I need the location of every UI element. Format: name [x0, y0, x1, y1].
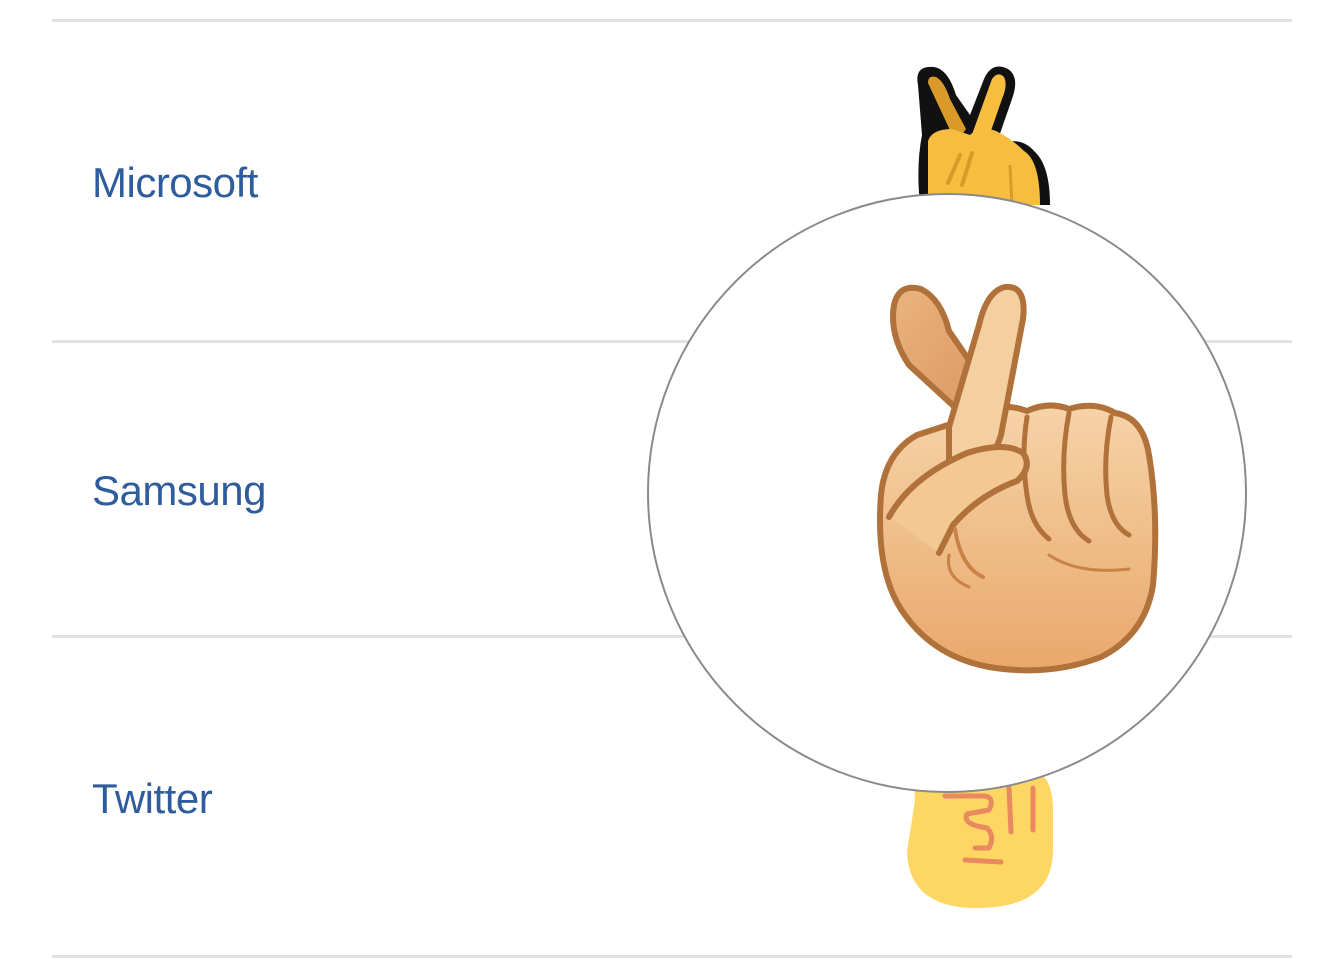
emoji-magnifier	[647, 193, 1247, 793]
emoji-comparison-table: Microsoft Samsung Twitter	[0, 0, 1344, 974]
vendor-link-microsoft[interactable]: Microsoft	[92, 162, 258, 204]
vendor-link-twitter[interactable]: Twitter	[92, 778, 213, 820]
row-divider	[52, 955, 1292, 958]
crossed-fingers-samsung-icon	[877, 283, 1159, 674]
row-divider	[52, 19, 1292, 22]
vendor-link-samsung[interactable]: Samsung	[92, 470, 266, 512]
